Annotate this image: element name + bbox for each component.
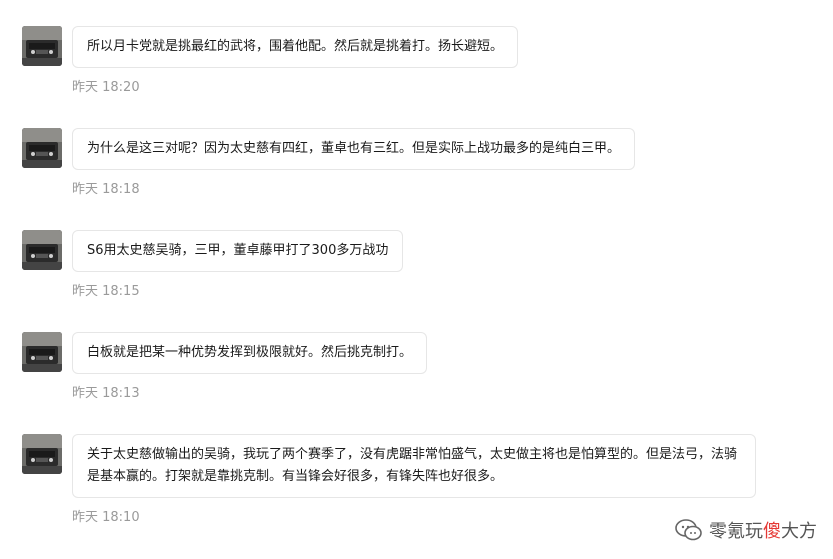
message-bubble[interactable]: 所以月卡党就是挑最红的武将，围着他配。然后就是挑着打。扬长避短。 [72,26,519,68]
avatar-image-icon [22,434,62,474]
watermark: 零氪玩傻大方 [675,517,817,543]
avatar[interactable] [22,128,62,168]
avatar-image-icon [22,332,62,372]
avatar[interactable] [22,230,62,270]
watermark-text-part3: 大方 [781,521,817,542]
message-bubble[interactable]: 白板就是把某一种优势发挥到极限就好。然后挑克制打。 [72,332,428,374]
message-bubble[interactable]: S6用太史慈吴骑，三甲，董卓藤甲打了300多万战功 [72,230,404,272]
avatar[interactable] [22,26,62,66]
message-timestamp: 昨天 18:18 [72,182,140,197]
watermark-text-highlight: 傻 [763,521,781,542]
watermark-text-part1: 零氪玩 [709,521,763,542]
message-bubble[interactable]: 关于太史慈做输出的吴骑，我玩了两个赛季了，没有虎踞非常怕盛气，太史做主将也是怕算… [72,434,756,498]
message-bubble[interactable]: 为什么是这三对呢？因为太史慈有四红，董卓也有三红。但是实际上战功最多的是纯白三甲… [72,128,636,170]
wechat-icon [675,519,702,541]
message-timestamp: 昨天 18:20 [72,80,140,95]
avatar-image-icon [22,128,62,168]
message-timestamp: 昨天 18:13 [72,386,140,401]
avatar[interactable] [22,332,62,372]
avatar-image-icon [22,230,62,270]
avatar[interactable] [22,434,62,474]
message-timestamp: 昨天 18:10 [72,510,140,525]
avatar-image-icon [22,26,62,66]
message-timestamp: 昨天 18:15 [72,284,140,299]
